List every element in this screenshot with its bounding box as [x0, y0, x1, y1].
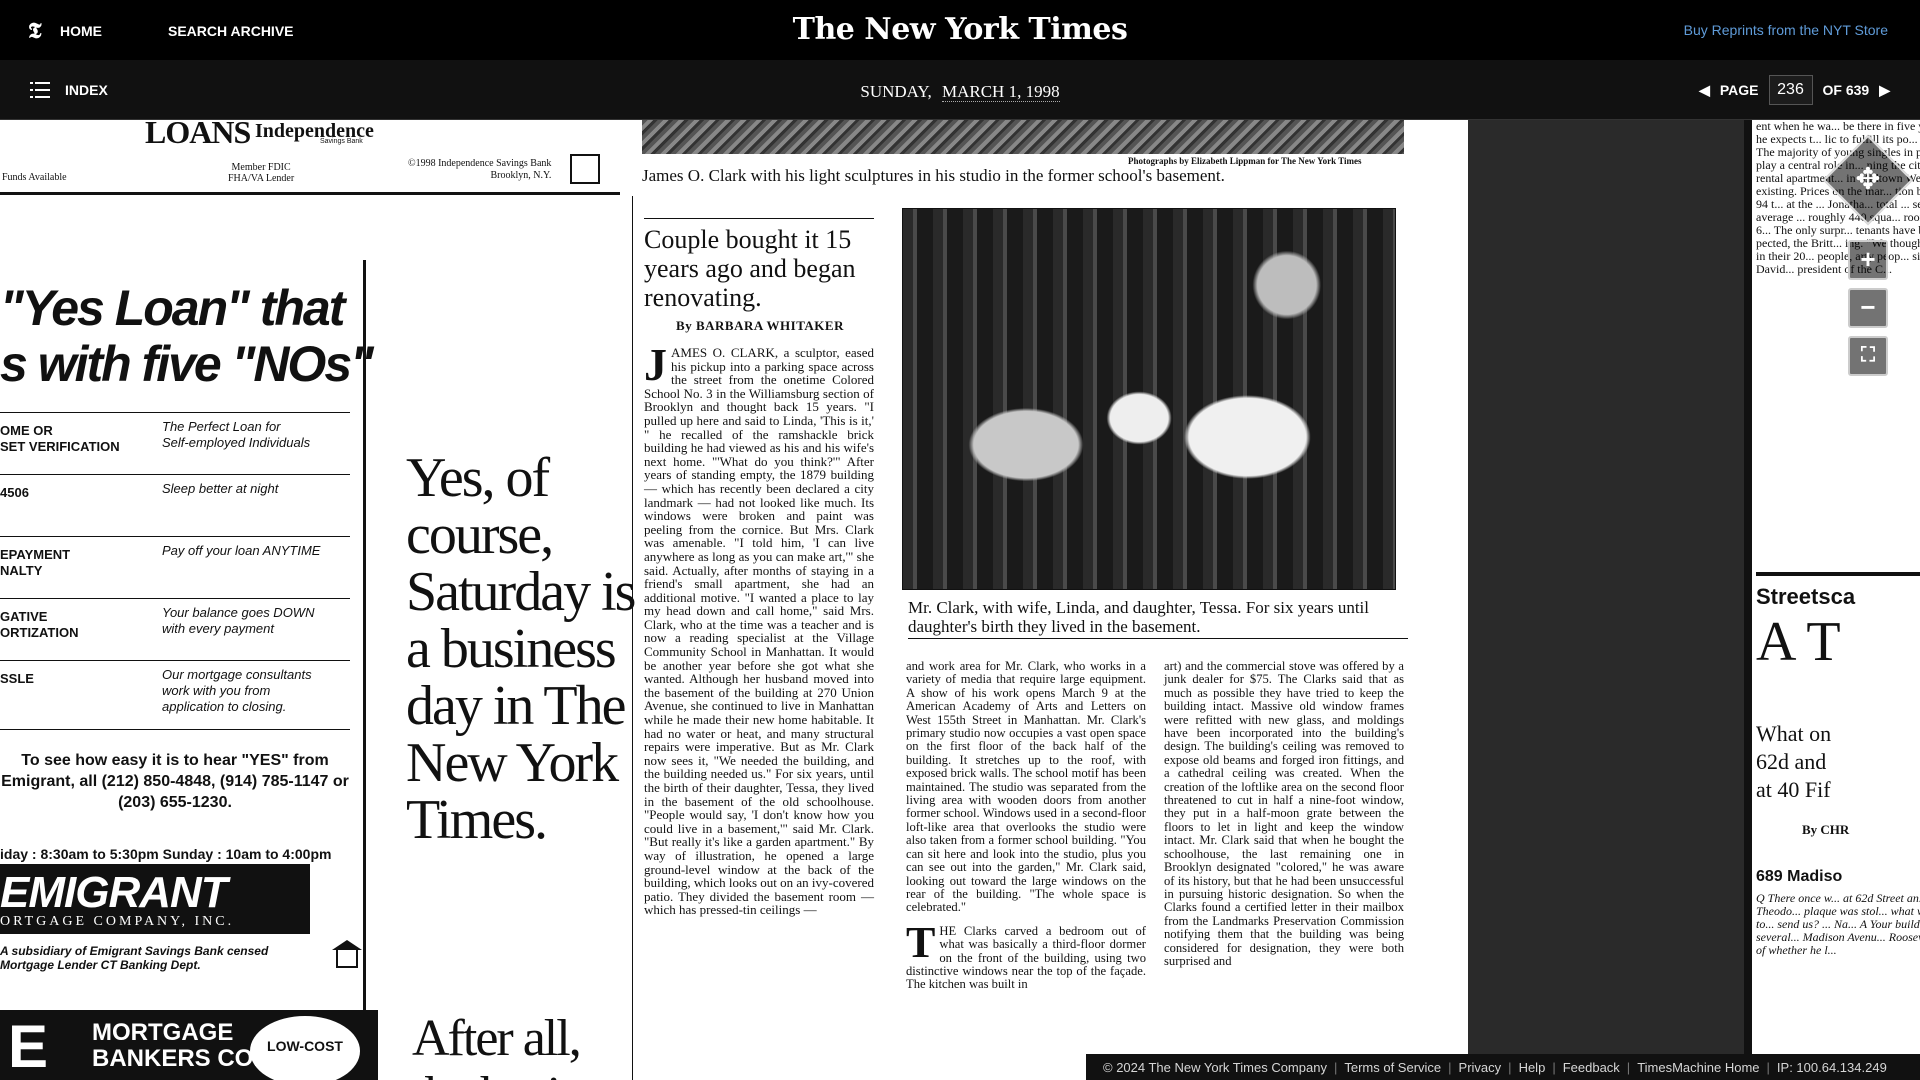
feature-value: The Perfect Loan for Self-employed Indiv… — [162, 419, 311, 450]
issue-date: SUNDAY, MARCH 1, 1998 — [0, 82, 1920, 102]
ad-loans-text: LOANS — [145, 120, 251, 150]
emigrant-feature-row: OME OR SET VERIFICATION The Perfect Loan… — [0, 412, 350, 474]
adjacent-big-headline: A T — [1756, 611, 1841, 673]
feature-value: Our mortgage consultants work with you f… — [162, 667, 312, 714]
dropcap: T — [906, 917, 936, 967]
ad-divider — [0, 192, 620, 195]
emigrant-mortgage-ad: "Yes Loan" that s with five "NOs" OME OR… — [0, 260, 374, 1080]
emigrant-feature-row: 4506 Sleep better at night — [0, 474, 350, 536]
home-link[interactable]: HOME — [60, 23, 102, 39]
feature-key: 4506 — [0, 485, 29, 500]
streetscapes-heading: Streetsca — [1756, 572, 1920, 610]
zoom-in-button[interactable]: + — [1848, 240, 1888, 280]
newspaper-page-scan[interactable]: LOANS Independence Savings Bank Funds Av… — [0, 120, 1468, 1080]
zoom-out-button[interactable]: − — [1848, 288, 1888, 328]
nyt-saturday-ad: Yes, of course, Saturday is a business d… — [376, 240, 643, 1080]
issue-toolbar: INDEX SUNDAY, MARCH 1, 1998 ◀ PAGE OF 63… — [0, 60, 1920, 120]
body-text-1: AMES O. CLARK, a sculptor, eased his pic… — [644, 345, 874, 918]
body-text-2b: HE Clarks carved a bedroom out of what w… — [906, 923, 1146, 992]
emigrant-headline-line-2: s with five "NOs" — [0, 336, 374, 392]
emigrant-headline-line-1: "Yes Loan" that — [0, 280, 345, 336]
ip-address: IP: 100.64.134.249 — [1776, 1059, 1887, 1075]
emigrant-logo: EMIGRANT ORTGAGE COMPANY, INC. — [0, 864, 310, 934]
feature-value: Your balance goes DOWN with every paymen… — [162, 605, 315, 636]
family-photo — [902, 208, 1396, 590]
article-body-col-1: J AMES O. CLARK, a sculptor, eased his pi… — [644, 339, 874, 918]
privacy-link[interactable]: Privacy — [1452, 1060, 1509, 1075]
mortgage-ad-letter: E — [8, 1013, 49, 1080]
ad-member-text: Member FDIC FHA/VA Lender — [228, 162, 295, 184]
dropcap: J — [644, 339, 667, 390]
top-nav-bar: 𝕿 HOME SEARCH ARCHIVE The New York Times… — [0, 0, 1920, 60]
equal-housing-icon — [332, 940, 362, 968]
body-text-2b-wrap: T HE Clarks carved a bedroom out of what … — [906, 917, 1146, 992]
triangle-right-icon[interactable]: ▶ — [1879, 82, 1890, 99]
fit-screen-icon: ⛶ — [1861, 344, 1875, 366]
feature-key: SSLE — [0, 671, 34, 686]
emigrant-headline: "Yes Loan" that s with five "NOs" — [0, 280, 374, 392]
adjacent-madison-heading: 689 Madiso — [1756, 868, 1843, 885]
photo-caption-2: Mr. Clark, with wife, Linda, and daughte… — [908, 598, 1408, 639]
footer-copyright: © 2024 The New York Times Company — [1103, 1059, 1327, 1075]
equal-housing-icon — [570, 154, 600, 184]
help-link[interactable]: Help — [1512, 1060, 1553, 1075]
nyt-ad-text-2: After all, the business — [412, 1010, 643, 1080]
fit-page-button[interactable]: ⛶ — [1848, 336, 1888, 376]
emigrant-hours: iday : 8:30am to 5:30pm Sunday : 10am to… — [0, 846, 332, 862]
emigrant-feature-row: SSLE Our mortgage consultants work with … — [0, 660, 350, 730]
page-total: OF 639 — [1822, 82, 1870, 98]
feature-key: OME OR SET VERIFICATION — [0, 423, 120, 454]
article-headline: Couple bought it 15 years ago and began … — [644, 218, 874, 312]
emigrant-subsidiary: A subsidiary of Emigrant Savings Bank ce… — [0, 944, 269, 972]
adjacent-subhead: What on 62d and at 40 Fif — [1756, 721, 1832, 802]
feature-value: Pay off your loan ANYTIME — [162, 543, 321, 558]
page-number-input[interactable] — [1768, 75, 1813, 105]
search-archive-link[interactable]: SEARCH ARCHIVE — [168, 23, 294, 39]
ad-funds-text: Funds Available — [2, 172, 67, 183]
pan-control[interactable]: ✥ — [1822, 134, 1914, 226]
buy-reprints-link[interactable]: Buy Reprints from the NYT Store — [1684, 22, 1888, 38]
feature-key: EPAYMENT NALTY — [0, 547, 71, 578]
emigrant-feature-row: GATIVE ORTIZATION Your balance goes DOWN… — [0, 598, 350, 660]
body-text-2: and work area for Mr. Clark, who works i… — [906, 659, 1146, 915]
low-cost-badge: LOW-COST — [250, 1016, 360, 1080]
emigrant-logo-sub: ORTGAGE COMPANY, INC. — [0, 914, 235, 929]
ad-bank-sub: Savings Bank — [320, 138, 363, 145]
nyt-ad-text-1: Yes, of course, Saturday is a business d… — [406, 447, 636, 851]
issue-day: SUNDAY, — [860, 82, 932, 101]
nyt-t-logo-icon[interactable]: 𝕿 — [28, 18, 42, 44]
studio-photo — [642, 120, 1404, 154]
footer-bar: © 2024 The New York Times Company | Term… — [1086, 1054, 1920, 1080]
timesmachine-home-link[interactable]: TimesMachine Home — [1630, 1060, 1766, 1075]
article-body-col-2: and work area for Mr. Clark, who works i… — [906, 659, 1146, 992]
feedback-link[interactable]: Feedback — [1556, 1060, 1627, 1075]
photo-credit: Photographs by Elizabeth Lippman for The… — [1128, 156, 1362, 166]
adjacent-byline: By CHR — [1802, 822, 1850, 837]
emigrant-feature-row: EPAYMENT NALTY Pay off your loan ANYTIME — [0, 536, 350, 598]
triangle-left-icon[interactable]: ◀ — [1699, 82, 1710, 99]
plus-icon: + — [1860, 244, 1876, 274]
feature-value: Sleep better at night — [162, 481, 279, 496]
issue-date-picker[interactable]: MARCH 1, 1998 — [941, 82, 1060, 102]
article-byline: By BARBARA WHITAKER — [676, 318, 844, 333]
page-label: PAGE — [1719, 82, 1759, 98]
emigrant-cta: To see how easy it is to hear "YES" from… — [1, 752, 349, 811]
article-clark-schoolhouse: Photographs by Elizabeth Lippman for The… — [630, 120, 1468, 1080]
pan-arrows-icon[interactable]: ✥ — [1822, 134, 1914, 226]
feature-key: GATIVE ORTIZATION — [0, 609, 79, 640]
adjacent-page-scan[interactable]: ent when he wa... be there in five ye...… — [1744, 120, 1920, 1080]
independence-savings-ad: LOANS Independence Savings Bank Funds Av… — [0, 120, 620, 192]
page-navigator: ◀ PAGE OF 639 ▶ — [1699, 75, 1890, 105]
mortgage-bankers-ad: E MORTGAGE BANKERS CORP. LOW-COST — [0, 1010, 378, 1080]
emigrant-logo-word: EMIGRANT — [0, 868, 228, 917]
article-body-col-3: art) and the commercial stove was offere… — [1164, 659, 1404, 968]
page-viewer[interactable]: LOANS Independence Savings Bank Funds Av… — [0, 120, 1920, 1080]
terms-link[interactable]: Terms of Service — [1337, 1060, 1448, 1075]
minus-icon: − — [1860, 292, 1876, 322]
adjacent-qa-text: Q There once w... at 62d Street an... in… — [1756, 891, 1920, 957]
photo-caption-1: James O. Clark with his light sculptures… — [642, 166, 1225, 185]
ad-copyright-text: ©1998 Independence Savings Bank Brooklyn… — [408, 158, 552, 181]
